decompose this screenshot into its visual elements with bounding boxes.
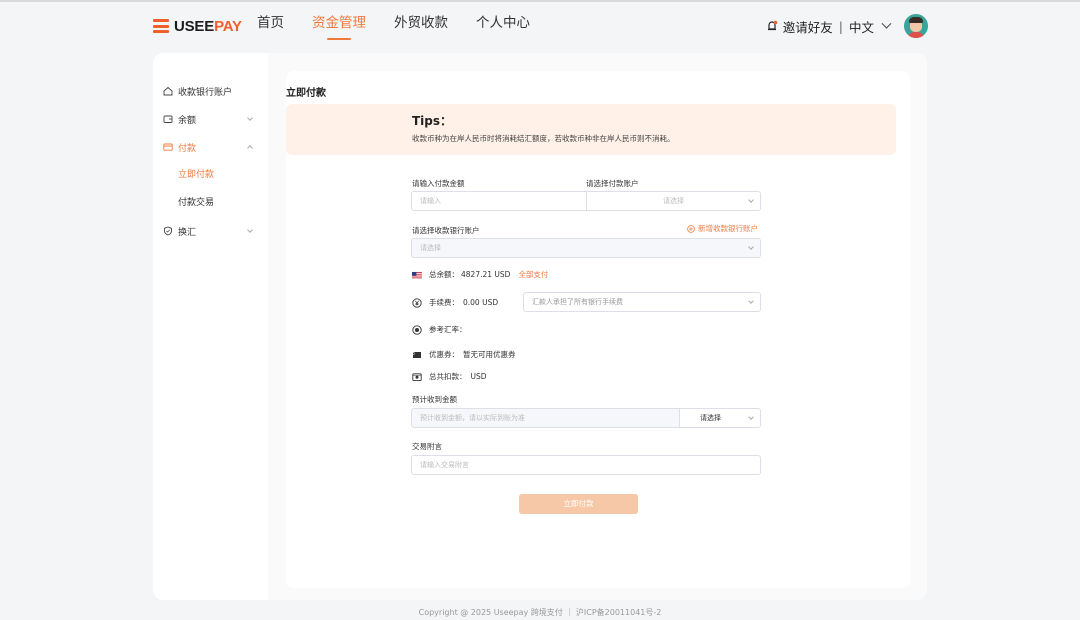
sidebar-item-balance[interactable]: 余额 [153,105,268,133]
wallet-icon [163,115,173,123]
page-title: 立即付款 [286,88,326,99]
chevron-down-icon [748,197,754,203]
total-value: USD [470,372,487,381]
bank-account-select[interactable]: 请选择 [411,238,761,258]
nav-home[interactable]: 首页 [257,14,284,38]
coupon-row: 优惠券： 暂无可用优惠券 [412,349,516,360]
sidebar-item-payment[interactable]: 付款 [153,133,268,161]
chevron-down-icon[interactable] [881,18,892,29]
total-row: 总共扣款： USD [412,371,487,382]
expected-receive-label: 预计收到金额 [412,395,457,404]
fee-value: 0.00 USD [463,298,499,307]
tips-banner: Tips： 收款币种为在岸人民币时将消耗结汇额度，若收款币种非在岸人民币则不消耗… [286,104,896,155]
sidebar-subitem-payment-transactions[interactable]: 付款交易 [153,189,268,217]
logo-text: USEEPAY [174,17,242,35]
chevron-up-icon [247,145,253,151]
us-flag-icon [412,271,422,279]
footer-copyright: Copyright @ 2025 Useepay 跨境支付 ｜ 沪ICP备200… [418,608,662,617]
add-bank-account-link[interactable]: 新增收款银行账户 [687,223,758,234]
memo-label: 交易附言 [412,442,442,451]
memo-input[interactable]: 请输入交易附言 [411,455,761,475]
yen-circle-icon [412,297,422,308]
avatar[interactable] [904,14,928,38]
sidebar-item-bank-accounts[interactable]: 收款银行账户 [153,77,268,105]
nav-personal-center[interactable]: 个人中心 [476,14,530,38]
pay-account-select[interactable]: 请选择 [586,191,761,211]
main-nav: 首页 资金管理 外贸收款 个人中心 [257,14,530,38]
top-header: USEEPAY 首页 资金管理 外贸收款 个人中心 邀请好友 | 中文 [0,2,1080,50]
brand-logo[interactable]: USEEPAY [152,16,242,36]
coupon-icon [412,351,421,358]
bell-icon[interactable] [766,20,778,32]
deduction-icon [412,372,422,381]
expected-receive-input[interactable]: 预计收到金额，请以实际到账为准 [411,408,680,428]
chevron-down-icon [247,227,253,233]
header-separator: | [838,18,843,34]
pay-all-link[interactable]: 全部支付 [518,269,548,280]
invite-friends-link[interactable]: 邀请好友 [783,17,833,36]
chevron-down-icon [748,244,754,250]
amount-input[interactable]: 请输入 [411,191,587,211]
fee-row: 手续费： 0.00 USD [412,297,498,308]
coupon-value: 暂无可用优惠券 [463,350,516,359]
exchange-rate-icon [412,324,422,335]
chevron-down-icon [748,414,754,420]
tips-title: Tips： [412,114,453,128]
chevron-down-icon [247,115,253,121]
sidebar: 收款银行账户 余额 付款 立即付款 付款交易 换汇 [153,53,268,600]
pay-now-button[interactable]: 立即付款 [519,494,638,514]
shield-icon [164,226,172,236]
sidebar-subitem-pay-now[interactable]: 立即付款 [153,161,268,189]
balance-row: 总余额： 4827.21 USD 全部支付 [412,269,548,280]
amount-label: 请输入付款金额 [412,179,465,188]
plus-circle-icon [687,224,695,233]
chevron-down-icon [748,298,754,304]
balance-value: 4827.21 USD [461,270,511,279]
pay-account-label: 请选择付款账户 [586,179,639,188]
nav-funds-management[interactable]: 资金管理 [312,14,366,38]
card-icon [163,143,173,151]
main-card: 收款银行账户 余额 付款 立即付款 付款交易 换汇 立即付款 Tips： 收款币… [153,53,927,600]
nav-trade-collection[interactable]: 外贸收款 [394,14,448,38]
language-select[interactable]: 中文 [849,17,874,36]
receive-currency-select[interactable]: 请选择 [679,408,761,428]
rate-row: 参考汇率： [412,324,467,335]
home-icon [163,86,173,96]
tips-text: 收款币种为在岸人民币时将消耗结汇额度，若收款币种非在岸人民币则不消耗。 [412,134,675,143]
logo-mark-icon [152,17,170,35]
sidebar-item-exchange[interactable]: 换汇 [153,217,268,245]
bank-account-label: 请选择收款银行账户 [412,226,480,235]
fee-bearer-select[interactable]: 汇款人承担了所有银行手续费 [523,292,761,312]
